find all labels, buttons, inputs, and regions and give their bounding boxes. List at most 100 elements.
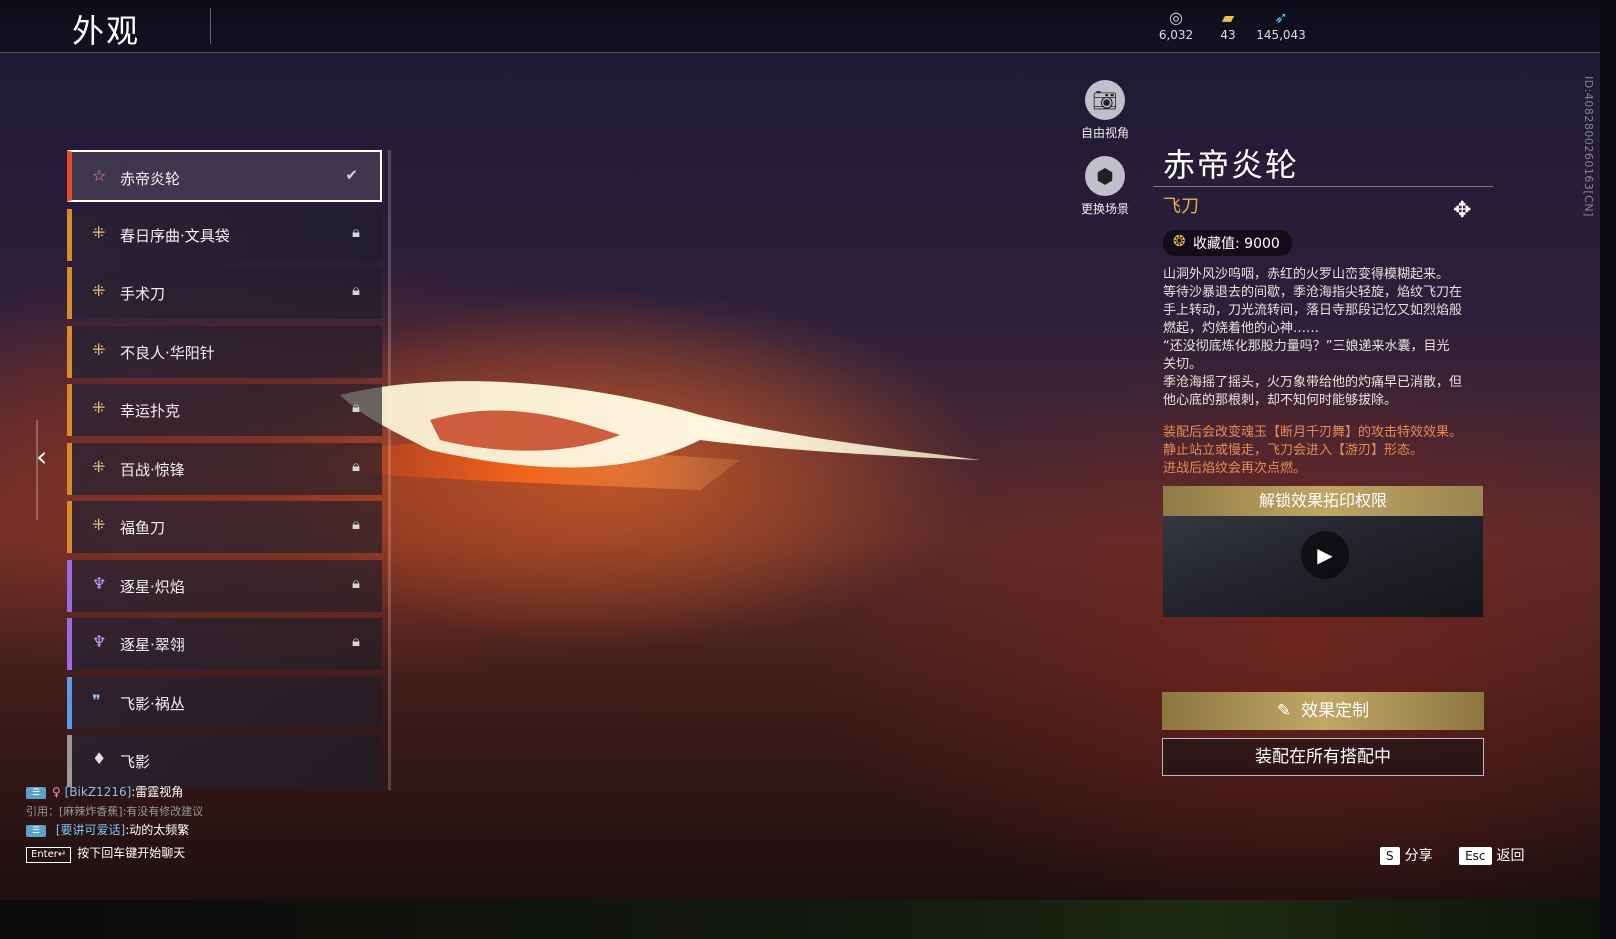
back-arrow-icon[interactable]: ‹ — [36, 440, 47, 473]
top-bar: 外观 ◎ 6,032 ▰ 43 ➶ 145,043 — [0, 0, 1600, 53]
chat-quote: 引用：[麻辣炸香蕉]:有没有修改建议 — [26, 805, 204, 818]
rarity-gold-icon: ⁜ — [92, 456, 106, 476]
rarity-purple-icon: ♆ — [92, 632, 107, 651]
female-icon: ♀ — [52, 785, 61, 799]
equip-all-label: 装配在所有搭配中 — [1255, 747, 1391, 767]
item-name: 赤帝炎轮 — [1163, 146, 1300, 184]
change-scene-label: 更换场景 — [1080, 202, 1129, 216]
lock-icon: 🔒︎ — [352, 456, 360, 475]
list-item-label: 手术刀 — [120, 285, 166, 303]
free-camera-button[interactable]: 📷︎ 自由视角 — [1065, 80, 1145, 141]
list-item-label: 飞影 — [120, 753, 151, 771]
currency-jade[interactable]: ◎ 6,032 — [1146, 8, 1206, 42]
hotkey-bar: S 分享 Esc 返回 — [1380, 845, 1547, 865]
list-item[interactable]: ⁜ 幸运扑克 🔒︎ — [67, 384, 382, 436]
list-item[interactable]: ⁜ 福鱼刀 🔒︎ — [67, 501, 382, 553]
list-item-label: 逐星·翠翎 — [120, 636, 185, 654]
lock-icon: 🔒︎ — [352, 573, 360, 592]
star-icon: ☆ — [92, 166, 107, 185]
currency-feather[interactable]: ➶ 145,043 — [1251, 8, 1311, 42]
share-label: 分享 — [1404, 848, 1433, 864]
chat-username[interactable]: [要讲可爱话] — [56, 823, 125, 837]
equip-all-button[interactable]: 装配在所有搭配中 — [1162, 738, 1484, 776]
collect-value-badge: ❂ 收藏值: 9000 — [1163, 230, 1292, 256]
rarity-gold-icon: ⁜ — [92, 398, 106, 417]
lock-icon: 🔒︎ — [352, 281, 360, 299]
list-item[interactable]: ♆ 逐星·翠翎 🔒︎ — [67, 618, 382, 670]
list-item[interactable]: ⁜ 春日序曲·文具袋 🔒︎ — [67, 208, 382, 261]
back-label: 返回 — [1496, 848, 1525, 864]
lock-icon: 🔒︎ — [352, 632, 360, 650]
currency-jade-value: 6,032 — [1158, 28, 1194, 42]
free-camera-label: 自由视角 — [1080, 126, 1129, 140]
list-item-label: 福鱼刀 — [120, 519, 166, 537]
crosshair-icon[interactable]: ✥ — [1453, 198, 1471, 223]
chat-input-hint[interactable]: Enter↵ 按下回车键开始聊天 — [26, 844, 203, 863]
chat-message: ☰ [要讲可爱话]:动的太频繁 — [26, 821, 203, 840]
chat-hint-text: 按下回车键开始聊天 — [77, 846, 186, 860]
lock-icon: 🔒︎ — [352, 515, 360, 533]
play-icon[interactable]: ▶ — [1301, 531, 1349, 579]
rarity-blue-icon: ❞ — [92, 690, 101, 710]
change-scene-button[interactable]: ⬢ 更换场景 — [1065, 156, 1145, 217]
name-divider — [1153, 186, 1493, 187]
detail-panel: 赤帝炎轮 飞刀 ✥ ❂ 收藏值: 9000 山洞外风沙呜咽，赤红的火罗山峦变得模… — [1153, 140, 1493, 617]
list-item-label: 不良人·华阳针 — [120, 343, 215, 362]
currency-feather-value: 145,043 — [1256, 28, 1306, 42]
feather-icon: ➶ — [1274, 8, 1288, 27]
effect-line: 静止站立或慢走，飞刀会进入【游刃】形态。 — [1163, 443, 1424, 458]
chat-panel[interactable]: ☰ ♀ [BikZ1216]:雷霆视角 引用：[麻辣炸香蕉]:有没有修改建议 ☰ … — [26, 783, 203, 863]
rarity-purple-icon: ♆ — [92, 573, 107, 593]
item-description: 山洞外风沙呜咽，赤红的火罗山峦变得模糊起来。 等待沙暴退去的间歇，季沧海指尖轻旋… — [1163, 266, 1488, 410]
effect-line: 装配后会改变魂玉【断月千刃舞】的攻击特效效果。 — [1163, 425, 1463, 440]
desc-line: 等待沙暴退去的间歇，季沧海指尖轻旋，焰纹飞刀在 — [1163, 285, 1463, 300]
list-item[interactable]: ⁜ 手术刀 🔒︎ — [67, 267, 382, 319]
list-item[interactable]: ♆ 逐星·炽焰 🔒︎ — [67, 559, 382, 612]
rarity-gray-icon: ♦ — [92, 749, 107, 768]
check-icon: ✔ — [345, 166, 358, 184]
list-item-label: 逐星·炽焰 — [120, 577, 185, 596]
preview-title: 解锁效果拓印权限 — [1163, 486, 1483, 516]
rarity-gold-icon: ⁜ — [92, 222, 106, 242]
chat-username[interactable]: [BikZ1216] — [65, 785, 132, 799]
list-item[interactable]: ⁜ 不良人·华阳针 — [67, 325, 382, 378]
list-item[interactable]: ♦ 飞影 — [67, 735, 382, 787]
player-id: ID:4082800260163[CN] — [1582, 76, 1595, 217]
list-item[interactable]: ⁜ 百战·惊锋 🔒︎ — [67, 442, 382, 495]
list-item[interactable]: ☆ 赤帝炎轮 ✔ — [67, 150, 382, 202]
page-title: 外观 — [72, 12, 141, 50]
enter-key: Enter↵ — [26, 847, 72, 863]
rarity-gold-icon: ⁜ — [92, 515, 106, 534]
desc-line: 手上转动，刀光流转间，落日寺那段记忆又如烈焰般 — [1163, 303, 1463, 318]
desc-line: 关切。 — [1163, 357, 1203, 372]
item-type: 飞刀 — [1163, 196, 1199, 217]
chat-message: ☰ ♀ [BikZ1216]:雷霆视角 — [26, 783, 203, 802]
channel-icon: ☰ — [26, 824, 46, 837]
coin-icon: ❂ — [1173, 232, 1186, 250]
desc-line: 燃起，灼烧着他的心神…… — [1163, 321, 1320, 336]
collect-label: 收藏值: — [1193, 236, 1240, 252]
chat-text: :雷霆视角 — [131, 785, 184, 799]
currency-ticket[interactable]: ▰ 43 — [1198, 8, 1258, 42]
scene-cube-icon: ⬢ — [1085, 156, 1125, 196]
share-hotkey[interactable]: S 分享 — [1380, 847, 1433, 865]
back-hotkey[interactable]: Esc 返回 — [1459, 847, 1525, 865]
effect-preview[interactable]: 解锁效果拓印权限 ▶ — [1163, 486, 1483, 617]
camera-icon: 📷︎ — [1085, 80, 1125, 120]
list-item-label: 春日序曲·文具袋 — [120, 226, 230, 245]
key-s: S — [1380, 847, 1400, 865]
list-item[interactable]: ❞ 飞影·祸丛 — [67, 676, 382, 729]
jade-coin-icon: ◎ — [1169, 8, 1183, 27]
key-esc: Esc — [1459, 847, 1492, 865]
chat-text: :动的太频繁 — [125, 823, 190, 837]
title-divider — [210, 8, 211, 44]
weapon-model[interactable] — [320, 360, 1000, 510]
rarity-gold-icon: ⁜ — [92, 281, 106, 300]
bottom-strip — [0, 900, 1616, 939]
desc-line: 他心底的那根刺，却不知何时能够拔除。 — [1163, 393, 1398, 408]
customize-effect-button[interactable]: ✎ 效果定制 — [1162, 692, 1484, 730]
channel-icon: ☰ — [26, 786, 46, 799]
right-strip — [1600, 0, 1616, 939]
list-scrollbar[interactable] — [388, 150, 391, 790]
brush-icon: ✎ — [1276, 701, 1292, 721]
